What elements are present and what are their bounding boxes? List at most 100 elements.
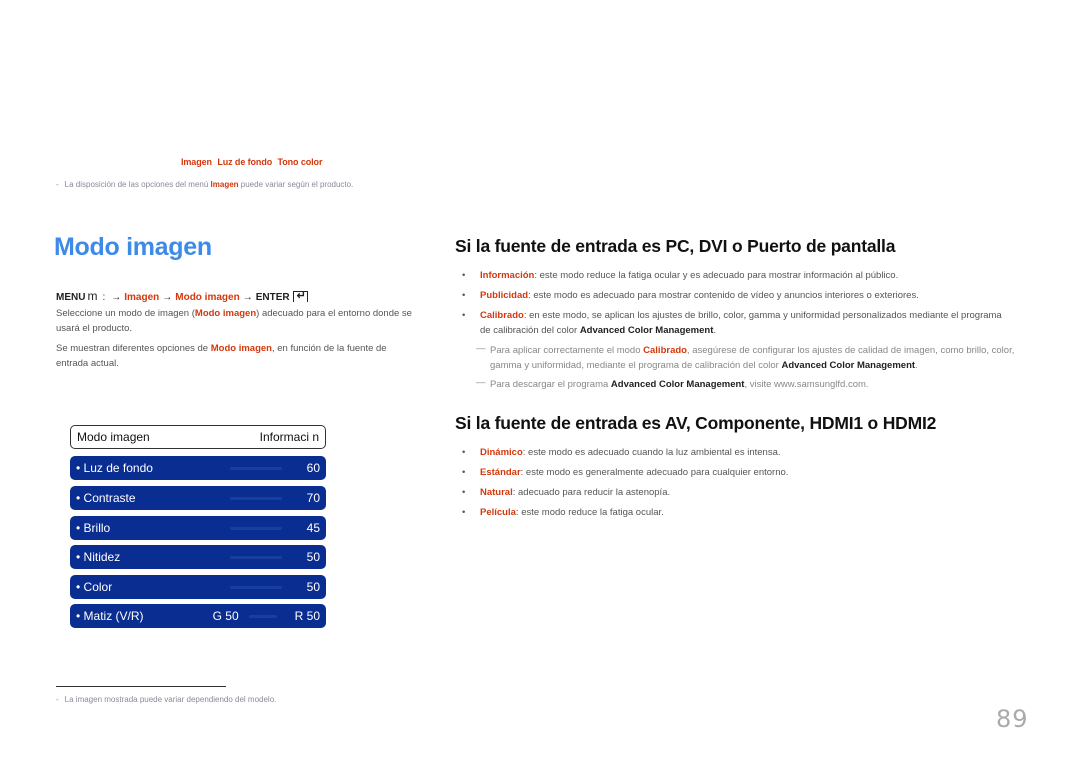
term: Información <box>480 270 535 281</box>
description: : este modo reduce la fatiga ocular y es… <box>534 270 899 281</box>
osd-slider[interactable] <box>230 526 282 530</box>
osd-row-r-value: R 50 <box>294 609 320 623</box>
note-text: Para aplicar correctamente el modo <box>490 345 644 356</box>
menu-colon: : <box>102 292 106 303</box>
osd-row-value: 50 <box>306 550 320 564</box>
description: : adecuado para reducir la astenopía. <box>512 487 671 498</box>
paragraph-description: Seleccione un modo de imagen (Modo image… <box>56 306 416 336</box>
osd-row-contraste[interactable]: • Contraste 70 <box>70 486 326 510</box>
menu-icon: m <box>87 289 98 303</box>
osd-slider[interactable] <box>248 614 277 618</box>
osd-slider[interactable] <box>230 555 282 559</box>
bullet-icon: • <box>462 487 466 498</box>
bullet-icon: • <box>462 467 466 478</box>
description: : este modo es generalmente adecuado par… <box>520 467 789 478</box>
arrow-icon: → <box>111 292 122 303</box>
list-item: • Información: este modo reduce la fatig… <box>462 268 1022 283</box>
osd-row-value: 50 <box>306 580 320 594</box>
bullet-icon: • <box>462 310 466 321</box>
osd-row-nitidez[interactable]: • Nitidez 50 <box>70 545 326 569</box>
paragraph-text: Se muestran diferentes opciones de <box>56 343 211 354</box>
menu-path: MENU m: → Imagen → Modo imagen → ENTER <box>56 289 308 303</box>
note-dash: - <box>56 180 59 189</box>
osd-row-label: • Brillo <box>76 521 111 535</box>
list-item: • Película: este modo reduce la fatiga o… <box>462 505 1022 520</box>
footnote-divider <box>56 686 226 687</box>
list-item: • Dinámico: este modo es adecuado cuando… <box>462 445 1022 460</box>
osd-row-matiz[interactable]: • Matiz (V/R) G 50 R 50 <box>70 604 326 628</box>
osd-row-luz-de-fondo[interactable]: • Luz de fondo 60 <box>70 456 326 480</box>
paragraph-options: Se muestran diferentes opciones de Modo … <box>56 341 416 371</box>
bullet-icon: • <box>462 270 466 281</box>
top-note-after: puede variar según el producto. <box>238 180 354 189</box>
note: ― Para aplicar correctamente el modo Cal… <box>476 343 1026 373</box>
list-av-modes: • Dinámico: este modo es adecuado cuando… <box>462 445 1022 525</box>
enter-icon <box>292 289 308 302</box>
list-pc-modes: • Información: este modo reduce la fatig… <box>462 268 1022 398</box>
top-note-before: La disposición de las opciones del menú <box>64 180 211 189</box>
note-dash: ― <box>476 377 486 388</box>
osd-slider[interactable] <box>230 496 282 500</box>
note-text: , visite www.samsunglfd.com. <box>744 379 869 390</box>
enter-label: ENTER <box>255 292 290 303</box>
note-bold: Advanced Color Management <box>781 360 916 371</box>
note-text: . <box>915 360 918 371</box>
term: Publicidad <box>480 290 529 301</box>
description: : este modo es adecuado cuando la luz am… <box>522 447 781 458</box>
paragraph-highlight: Modo imagen <box>210 343 272 354</box>
paragraph-text: Seleccione un modo de imagen ( <box>56 308 195 319</box>
note-dash: ― <box>476 343 486 354</box>
description: : este modo reduce la fatiga ocular. <box>515 507 664 518</box>
description-end: . <box>713 325 717 336</box>
top-menu-item-luz-de-fondo: Luz de fondo <box>217 157 273 167</box>
term: Natural <box>480 487 513 498</box>
paragraph-highlight: Modo imagen <box>194 308 257 319</box>
arrow-icon: → <box>242 292 253 303</box>
page-number: 89 <box>996 705 1029 733</box>
osd-row-label: • Matiz (V/R) <box>76 609 144 623</box>
osd-slider[interactable] <box>230 466 282 470</box>
bullet-icon: • <box>462 447 466 458</box>
bullet-icon: • <box>462 507 466 518</box>
bullet-icon: • <box>462 290 466 301</box>
menu-step-imagen: Imagen <box>124 292 160 303</box>
section-title: Modo imagen <box>54 233 212 261</box>
osd-row-value: 60 <box>306 461 320 475</box>
footnote: - La imagen mostrada puede variar dependi… <box>56 695 276 704</box>
osd-row-brillo[interactable]: • Brillo 45 <box>70 516 326 540</box>
note-highlight: Calibrado <box>643 345 687 356</box>
description: : en este modo, se aplican los ajustes d… <box>480 310 1002 336</box>
osd-slider[interactable] <box>230 585 282 589</box>
osd-row-label: • Nitidez <box>76 550 121 564</box>
menu-step-modo-imagen: Modo imagen <box>175 292 240 303</box>
top-menu-item-tono-color: Tono color <box>277 157 323 167</box>
top-note-highlight: Imagen <box>210 180 239 189</box>
term: Estándar <box>480 467 521 478</box>
osd-row-label: • Luz de fondo <box>76 461 153 475</box>
osd-header[interactable]: Modo imagen Informaci n <box>70 425 326 449</box>
osd-row-color[interactable]: • Color 50 <box>70 575 326 599</box>
osd-row-g-value: G 50 <box>212 609 239 623</box>
top-menu-item-imagen: Imagen <box>181 157 212 167</box>
top-note: - La disposición de las opciones del menú… <box>56 180 353 189</box>
term: Película <box>480 507 516 518</box>
term: Calibrado <box>480 310 524 321</box>
description: : este modo es adecuado para mostrar con… <box>528 290 919 301</box>
osd-row-label: • Contraste <box>76 491 136 505</box>
list-item: • Publicidad: este modo es adecuado para… <box>462 288 1022 303</box>
note-dash: - <box>56 695 59 704</box>
footnote-text: La imagen mostrada puede variar dependie… <box>64 695 277 704</box>
description-bold: Advanced Color Management <box>579 325 714 336</box>
top-menu-path: Imagen Luz de fondo Tono color <box>181 157 325 167</box>
note-bold: Advanced Color Management <box>610 379 745 390</box>
list-item: • Estándar: este modo es generalmente ad… <box>462 465 1022 480</box>
note-text: Para descargar el programa <box>490 379 611 390</box>
osd-header-value: Informaci n <box>259 430 319 444</box>
term: Dinámico <box>480 447 523 458</box>
note: ― Para descargar el programa Advanced Co… <box>476 377 1026 392</box>
heading-pc-source: Si la fuente de entrada es PC, DVI o Pue… <box>455 236 896 256</box>
list-item: • Natural: adecuado para reducir la aste… <box>462 485 1022 500</box>
arrow-icon: → <box>162 292 173 303</box>
heading-av-source: Si la fuente de entrada es AV, Component… <box>455 413 937 433</box>
osd-row-value: 45 <box>306 521 320 535</box>
